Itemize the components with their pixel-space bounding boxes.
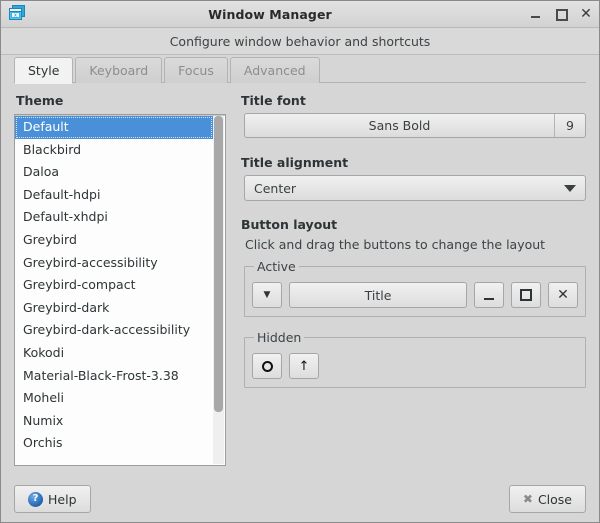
active-button-row: ▼ Title ✕ <box>252 282 578 308</box>
title-font-button[interactable]: Sans Bold 9 <box>244 113 586 138</box>
list-item[interactable]: Kokodi <box>15 342 213 365</box>
list-item[interactable]: Default-hdpi <box>15 184 213 207</box>
theme-section: Theme Default Blackbird Daloa Default-hd… <box>14 93 226 476</box>
svg-text:x: x <box>14 13 17 19</box>
title-font-label: Title font <box>241 93 306 108</box>
window-manager-dialog: x Window Manager ✕ Configure window beha… <box>0 0 600 523</box>
shade-button[interactable] <box>252 353 282 379</box>
list-item[interactable]: Greybird-dark <box>15 297 213 320</box>
list-item[interactable]: Greybird <box>15 229 213 252</box>
dialog-subtitle-bar: Configure window behavior and shortcuts <box>1 28 599 55</box>
style-options: Title font Sans Bold 9 Title alignment C… <box>240 93 586 476</box>
hidden-button-row: ↑ <box>252 353 578 379</box>
chevron-down-icon <box>564 185 576 192</box>
scrollbar-thumb[interactable] <box>214 116 223 412</box>
minimize-icon <box>484 297 494 300</box>
title-alignment-label: Title alignment <box>241 155 349 170</box>
list-item[interactable]: Default <box>15 116 213 139</box>
window-close-icon[interactable]: ✕ <box>579 7 593 21</box>
theme-list[interactable]: Default Blackbird Daloa Default-hdpi Def… <box>15 115 213 465</box>
help-button[interactable]: ? Help <box>14 485 91 513</box>
tab-advanced[interactable]: Advanced <box>229 57 320 83</box>
tab-keyboard[interactable]: Keyboard <box>75 57 163 83</box>
active-group-legend: Active <box>257 259 296 274</box>
theme-list-frame: Default Blackbird Daloa Default-hdpi Def… <box>14 114 226 466</box>
dialog-subtitle: Configure window behavior and shortcuts <box>169 33 431 49</box>
window-minimize-icon[interactable] <box>529 7 543 21</box>
list-item[interactable]: Blackbird <box>15 139 213 162</box>
close-button-label: Close <box>537 491 572 507</box>
close-icon: ✕ <box>557 287 569 303</box>
title-bar: x Window Manager ✕ <box>1 1 599 28</box>
list-item[interactable]: Greybird-compact <box>15 274 213 297</box>
window-stack-icon: x <box>9 5 25 20</box>
list-item[interactable]: Greybird-dark-accessibility <box>15 319 213 342</box>
list-item[interactable]: Orchis <box>15 432 213 455</box>
maximize-icon <box>520 289 532 301</box>
active-buttons-group: Active ▼ Title ✕ <box>244 259 586 317</box>
close-button[interactable]: ✕ <box>548 282 578 308</box>
hidden-buttons-group: Hidden ↑ <box>244 330 586 388</box>
title-alignment-select[interactable]: Center <box>244 175 586 201</box>
list-item[interactable]: Material-Black-Frost-3.38 <box>15 365 213 388</box>
window-title: Window Manager <box>208 6 332 22</box>
title-alignment-value: Center <box>254 180 297 196</box>
tab-focus[interactable]: Focus <box>164 57 228 83</box>
title-placeholder[interactable]: Title <box>289 282 467 308</box>
minimize-button[interactable] <box>474 282 504 308</box>
help-button-label: Help <box>48 491 77 507</box>
close-icon: ✖ <box>522 492 533 506</box>
hidden-group-legend: Hidden <box>257 330 302 345</box>
theme-list-scrollbar[interactable] <box>213 116 224 464</box>
list-item[interactable]: Daloa <box>15 161 213 184</box>
list-item[interactable]: Default-xhdpi <box>15 206 213 229</box>
style-tab-panel: Theme Default Blackbird Daloa Default-hd… <box>1 83 599 476</box>
help-icon: ? <box>28 491 43 507</box>
shade-icon <box>261 360 273 372</box>
tab-style[interactable]: Style <box>14 57 74 84</box>
title-font-name: Sans Bold <box>368 118 431 133</box>
menu-button[interactable]: ▼ <box>252 282 282 308</box>
button-layout-label: Button layout <box>241 217 338 232</box>
button-layout-hint: Click and drag the buttons to change the… <box>245 237 546 252</box>
arrow-up-icon: ↑ <box>298 358 310 374</box>
dialog-action-bar: ? Help ✖ Close <box>1 476 599 522</box>
close-dialog-button[interactable]: ✖ Close <box>508 485 586 513</box>
list-item[interactable]: Numix <box>15 410 213 433</box>
list-item[interactable]: Moheli <box>15 387 213 410</box>
tab-bar: Style Keyboard Focus Advanced <box>1 55 599 84</box>
window-maximize-icon[interactable] <box>554 7 568 21</box>
stick-button[interactable]: ↑ <box>289 353 319 379</box>
maximize-button[interactable] <box>511 282 541 308</box>
theme-label: Theme <box>16 93 64 108</box>
list-item[interactable]: Greybird-accessibility <box>15 252 213 275</box>
title-font-size: 9 <box>554 114 585 137</box>
window-controls: ✕ <box>529 1 593 27</box>
